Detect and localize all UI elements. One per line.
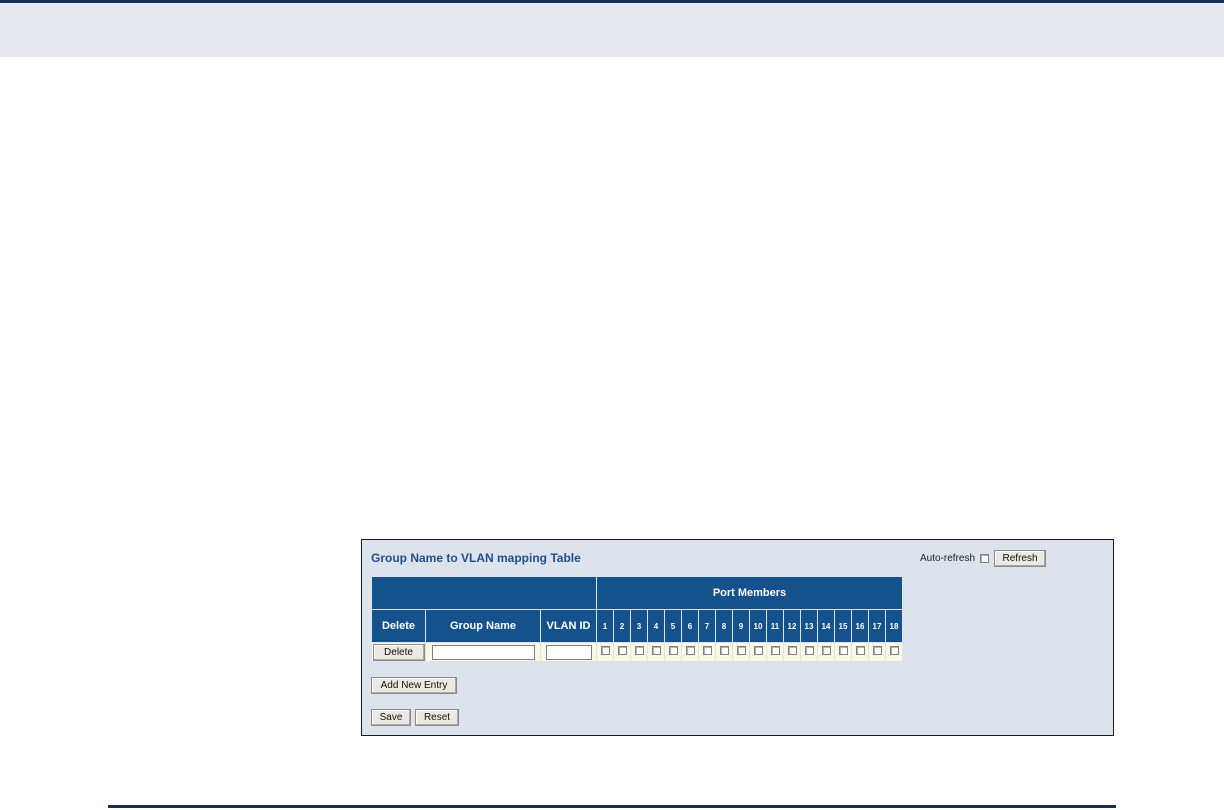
port-cell-16: [852, 643, 868, 661]
port-cell-6: [682, 643, 698, 661]
vlan-id-cell: [541, 643, 596, 661]
port-member-checkbox[interactable]: [821, 646, 831, 655]
auto-refresh-checkbox[interactable]: [980, 554, 990, 563]
port-cell-8: [716, 643, 732, 661]
port-member-checkbox[interactable]: [668, 646, 678, 655]
port-header-17: 17: [869, 610, 885, 642]
save-button[interactable]: Save: [371, 709, 411, 726]
reset-button[interactable]: Reset: [415, 709, 459, 726]
port-cell-17: [869, 643, 885, 661]
vlan-id-input[interactable]: [545, 644, 592, 660]
port-header-16: 16: [852, 610, 868, 642]
port-cell-7: [699, 643, 715, 661]
port-cell-18: [886, 643, 902, 661]
port-member-checkbox[interactable]: [804, 646, 814, 655]
port-header-12: 12: [784, 610, 800, 642]
port-member-checkbox[interactable]: [634, 646, 644, 655]
port-cell-9: [733, 643, 749, 661]
group-name-column-header: Group Name: [426, 610, 540, 642]
port-members-header: Port Members: [597, 577, 902, 609]
page-header-band: [0, 0, 1224, 57]
port-member-checkbox[interactable]: [855, 646, 865, 655]
port-cell-1: [597, 643, 613, 661]
bottom-rule: [108, 805, 1116, 808]
delete-cell: Delete: [372, 643, 425, 661]
port-member-checkbox[interactable]: [702, 646, 712, 655]
mapping-table: Port Members Delete Group Name VLAN ID 1…: [371, 576, 903, 662]
port-member-checkbox[interactable]: [685, 646, 695, 655]
port-member-checkbox[interactable]: [889, 646, 899, 655]
port-header-1: 1: [597, 610, 613, 642]
port-member-checkbox[interactable]: [736, 646, 746, 655]
port-cell-15: [835, 643, 851, 661]
port-cell-11: [767, 643, 783, 661]
auto-refresh-label: Auto-refresh: [920, 553, 976, 564]
port-header-13: 13: [801, 610, 817, 642]
group-name-cell: [426, 643, 540, 661]
port-header-8: 8: [716, 610, 732, 642]
port-member-checkbox[interactable]: [787, 646, 797, 655]
port-cell-12: [784, 643, 800, 661]
port-header-10: 10: [750, 610, 766, 642]
port-cell-13: [801, 643, 817, 661]
port-cell-2: [614, 643, 630, 661]
port-header-7: 7: [699, 610, 715, 642]
port-cell-14: [818, 643, 834, 661]
header-spacer: [372, 577, 596, 609]
port-header-4: 4: [648, 610, 664, 642]
port-member-checkbox[interactable]: [753, 646, 763, 655]
port-cell-5: [665, 643, 681, 661]
port-member-checkbox[interactable]: [600, 646, 610, 655]
port-header-3: 3: [631, 610, 647, 642]
port-member-checkbox[interactable]: [617, 646, 627, 655]
vlan-mapping-panel: Group Name to VLAN mapping Table Auto-re…: [361, 539, 1114, 736]
port-cell-4: [648, 643, 664, 661]
vlan-id-column-header: VLAN ID: [541, 610, 596, 642]
port-header-14: 14: [818, 610, 834, 642]
add-new-entry-button[interactable]: Add New Entry: [371, 677, 457, 694]
port-header-2: 2: [614, 610, 630, 642]
port-member-checkbox[interactable]: [872, 646, 882, 655]
panel-title: Group Name to VLAN mapping Table: [371, 551, 581, 565]
group-name-input[interactable]: [431, 644, 535, 660]
port-member-checkbox[interactable]: [651, 646, 661, 655]
auto-refresh-control: Auto-refresh Refresh: [920, 550, 1047, 567]
refresh-button[interactable]: Refresh: [994, 550, 1047, 567]
table-row: Delete: [372, 643, 902, 661]
port-header-5: 5: [665, 610, 681, 642]
port-header-15: 15: [835, 610, 851, 642]
delete-button[interactable]: Delete: [372, 643, 425, 661]
port-member-checkbox[interactable]: [719, 646, 729, 655]
port-header-9: 9: [733, 610, 749, 642]
delete-column-header: Delete: [372, 610, 425, 642]
port-header-6: 6: [682, 610, 698, 642]
port-header-11: 11: [767, 610, 783, 642]
port-header-18: 18: [886, 610, 902, 642]
port-cell-3: [631, 643, 647, 661]
port-cell-10: [750, 643, 766, 661]
port-member-checkbox[interactable]: [770, 646, 780, 655]
top-rule: [0, 0, 1224, 3]
port-member-checkbox[interactable]: [838, 646, 848, 655]
